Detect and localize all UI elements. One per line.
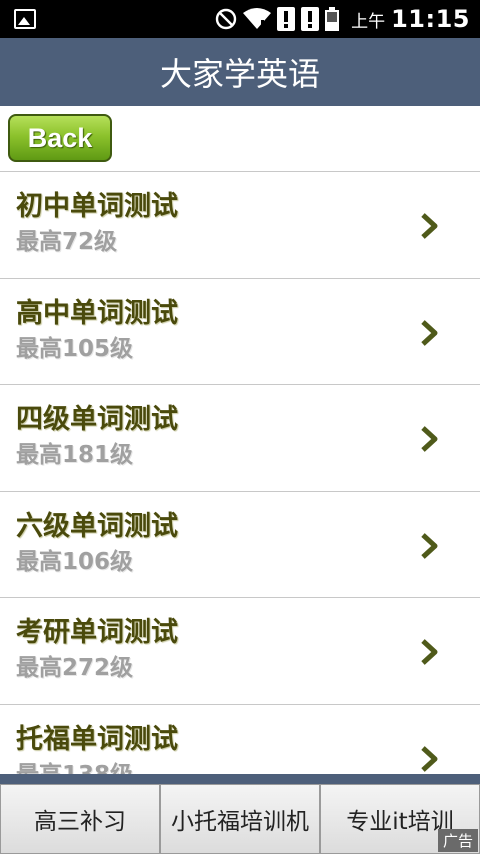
chevron-right-icon: [421, 319, 438, 346]
test-title: 四级单词测试: [16, 404, 178, 435]
list-item[interactable]: 托福单词测试 最高138级: [0, 704, 480, 775]
wifi-icon: [243, 8, 272, 29]
status-ampm: 上午: [351, 11, 386, 32]
test-level: 最高138级: [16, 755, 133, 775]
status-bar: 上午 11:15: [0, 0, 480, 38]
chevron-right-icon: [421, 745, 438, 772]
alert-icon: [301, 7, 320, 31]
test-title: 托福单词测试: [16, 723, 178, 755]
test-title: 高中单词测试: [16, 297, 178, 329]
chevron-right-icon: [421, 426, 438, 452]
ad-button[interactable]: 小托福培训机: [160, 784, 320, 854]
list-item[interactable]: 四级单词测试 最高181级: [0, 385, 480, 492]
test-level: 最高106级: [16, 548, 134, 575]
ad-tag: 广告: [437, 829, 478, 852]
test-title: 考研单词测试: [16, 617, 178, 648]
battery-icon: [325, 7, 340, 31]
list-item[interactable]: 高中单词测试 最高105级: [0, 278, 480, 385]
test-level: 最高181级: [16, 442, 134, 468]
chevron-right-icon: [421, 213, 438, 239]
do-not-disturb-icon: [215, 8, 237, 30]
ad-bar: 高三补习 小托福培训机 专业it培训 广告: [0, 784, 480, 854]
test-level: 最高105级: [16, 335, 134, 362]
test-level: 最高72级: [16, 229, 118, 255]
list-item[interactable]: 六级单词测试 最高106级: [0, 491, 480, 598]
toolbar: Back: [0, 106, 480, 172]
app-title: 大家学英语: [159, 55, 320, 93]
status-time: 11:15: [391, 5, 470, 33]
back-button[interactable]: Back: [8, 114, 112, 162]
test-list: 初中单词测试 最高72级 高中单词测试 最高105级 四级单词测试 最高181级…: [0, 172, 480, 774]
list-item[interactable]: 考研单词测试 最高272级: [0, 598, 480, 705]
chevron-right-icon: [421, 639, 438, 665]
alert-icon: [277, 7, 296, 31]
test-title: 六级单词测试: [16, 510, 178, 542]
list-item[interactable]: 初中单词测试 最高72级: [0, 172, 480, 279]
app-title-bar: 大家学英语: [0, 38, 480, 106]
test-level: 最高272级: [16, 655, 134, 681]
test-title: 初中单词测试: [16, 191, 178, 222]
image-notification-icon: [14, 9, 36, 29]
chevron-right-icon: [421, 532, 438, 559]
ad-button[interactable]: 高三补习: [0, 784, 160, 854]
